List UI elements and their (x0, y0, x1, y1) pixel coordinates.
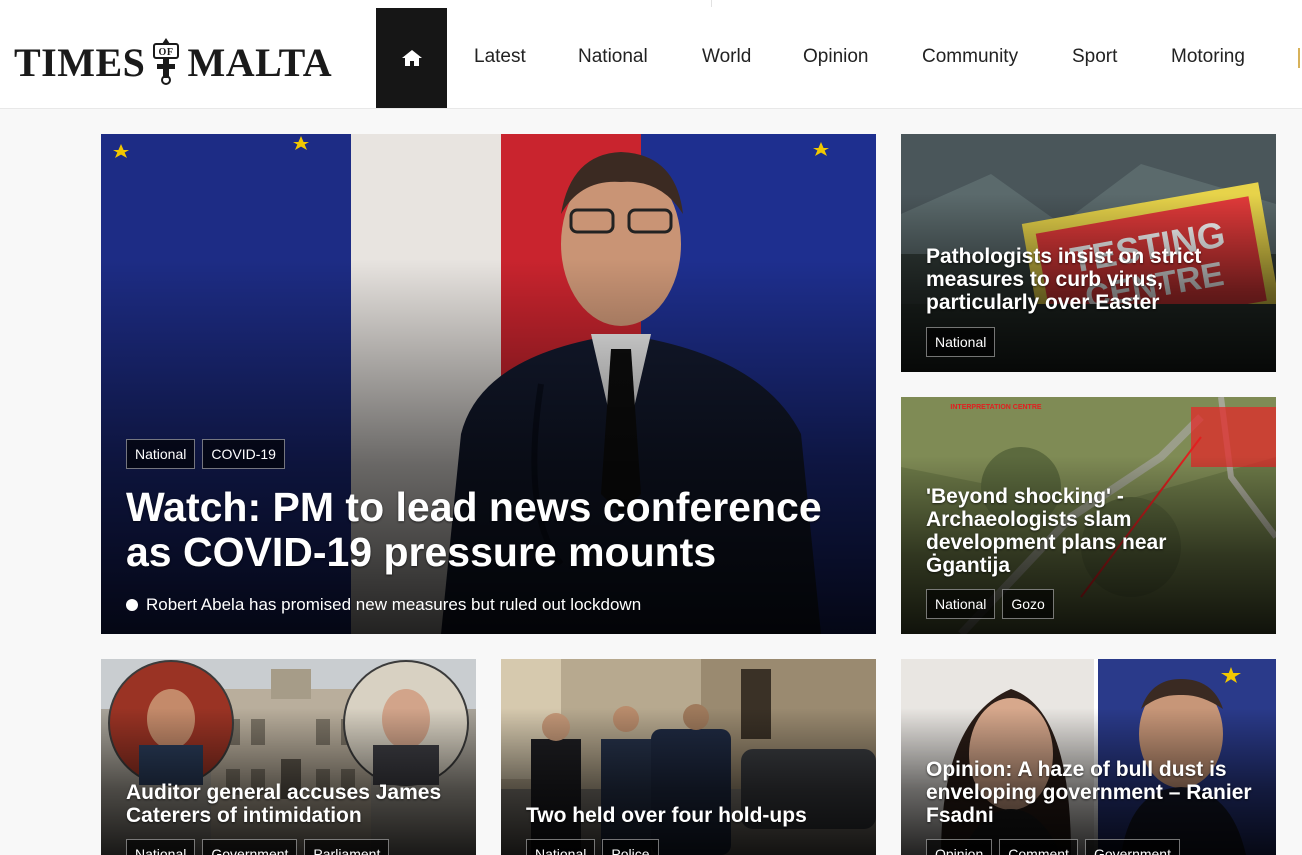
side-story-tags-2: National Gozo (926, 589, 1054, 619)
main-story-card[interactable]: National COVID-19 Watch: PM to lead news… (101, 134, 876, 634)
logo-text-malta: MALTA (187, 39, 333, 85)
nav-world[interactable]: World (702, 46, 751, 68)
side-story-card-1[interactable]: TESTING CENTRE Pathologists insist on st… (901, 134, 1276, 372)
nav-national[interactable]: National (578, 46, 648, 68)
top-strip (0, 0, 1302, 8)
nav-home-button[interactable] (376, 8, 447, 108)
bottom-story-headline-3[interactable]: Opinion: A haze of bull dust is envelopi… (926, 758, 1261, 827)
bottom-story-tags-2: National Police (526, 839, 659, 855)
crest-icon: OF (153, 38, 180, 85)
tag-government[interactable]: Government (202, 839, 298, 855)
main-story-tags: National COVID-19 (126, 439, 285, 469)
side-story-headline-2[interactable]: 'Beyond shocking' - Archaeologists slam … (926, 485, 1256, 577)
nav-latest[interactable]: Latest (474, 46, 526, 68)
site-header: TIMES OF MALTA Latest National World Opi… (0, 8, 1302, 109)
side-story-tags-1: National (926, 327, 996, 357)
bottom-story-gradient-2 (501, 708, 876, 855)
logo-text-times: TIMES (14, 39, 146, 85)
side-story-card-2[interactable]: INTERPRETATION CENTRE 'Beyond shocking' … (901, 397, 1276, 634)
tag-government[interactable]: Government (1084, 839, 1180, 855)
bottom-story-tags-3: Opinion Comment Government (926, 839, 1180, 855)
svg-text:INTERPRETATION CENTRE: INTERPRETATION CENTRE (950, 404, 1041, 411)
home-icon (401, 50, 422, 66)
main-story-headline[interactable]: Watch: PM to lead news conference as COV… (126, 485, 856, 575)
tag-national[interactable]: National (126, 839, 196, 855)
nav-sport[interactable]: Sport (1072, 46, 1117, 68)
nav-overflow-edge (1298, 48, 1300, 68)
summary-text: Robert Abela has promised new measures b… (146, 595, 642, 614)
tag-gozo[interactable]: Gozo (1002, 589, 1054, 619)
bottom-story-card-1[interactable]: Auditor general accuses James Caterers o… (101, 659, 476, 855)
tag-parliament[interactable]: Parliament (304, 839, 390, 855)
nav-opinion[interactable]: Opinion (803, 46, 869, 68)
tag-covid-19[interactable]: COVID-19 (202, 439, 285, 469)
tag-national[interactable]: National (926, 589, 996, 619)
nav-community[interactable]: Community (922, 46, 1018, 68)
tag-national[interactable]: National (126, 439, 196, 469)
svg-text:OF: OF (159, 47, 174, 58)
nav-motoring[interactable]: Motoring (1171, 46, 1245, 68)
tag-national[interactable]: National (926, 327, 996, 357)
tag-police[interactable]: Police (602, 839, 659, 855)
side-story-headline-1[interactable]: Pathologists insist on strict measures t… (926, 245, 1256, 314)
tag-opinion[interactable]: Opinion (926, 839, 993, 855)
bottom-story-headline-2[interactable]: Two held over four hold-ups (526, 804, 861, 827)
bottom-story-card-2[interactable]: Two held over four hold-ups National Pol… (501, 659, 876, 855)
bottom-story-tags-1: National Government Parliament (126, 839, 390, 855)
tag-national[interactable]: National (526, 839, 596, 855)
main-story-summary: Robert Abela has promised new measures b… (126, 595, 641, 615)
times-of-malta-logo[interactable]: TIMES OF MALTA (14, 38, 332, 86)
bottom-story-headline-1[interactable]: Auditor general accuses James Caterers o… (126, 781, 461, 827)
bullet-dot (126, 599, 138, 611)
bottom-story-card-3[interactable]: Opinion: A haze of bull dust is envelopi… (901, 659, 1276, 855)
tag-comment[interactable]: Comment (999, 839, 1078, 855)
